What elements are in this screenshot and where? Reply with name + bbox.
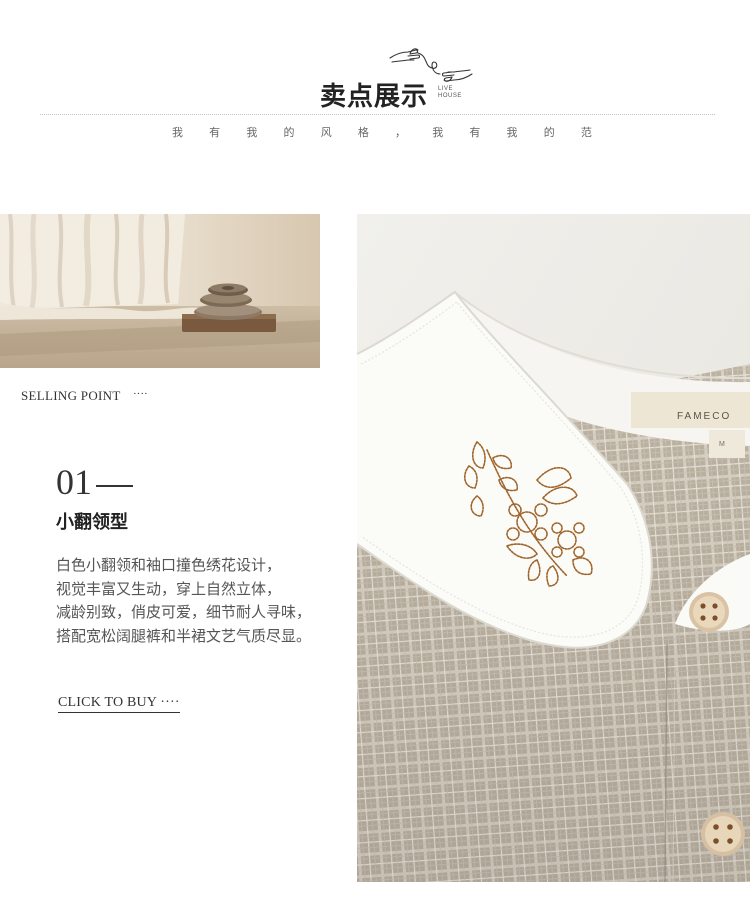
plaid-shirt-embroidered-collar-photo: FAMECO M (357, 214, 750, 882)
feature-title: 小翻领型 (56, 512, 128, 533)
slogan-char: 我 (246, 126, 258, 139)
slogan-char: ， (395, 126, 407, 139)
slogan: 我 有 我 的 风 格 ， 我 有 我 的 范 (172, 124, 592, 140)
slogan-char: 我 (506, 126, 518, 139)
description-line: 白色小翻领和袖口撞色绣花设计， (56, 556, 282, 574)
click-to-buy-link[interactable]: CLICK TO BUY ···· (58, 695, 180, 713)
selling-point-label: SELLING POINT (21, 388, 121, 403)
feature-description: 白色小翻领和袖口撞色绣花设计， 视觉丰富又生动，穿上自然立体， 减龄别致，俏皮可… (56, 554, 356, 648)
brand-subtitle: LIVE HOUSE (438, 86, 462, 100)
slogan-char: 有 (469, 126, 481, 139)
slogan-char: 范 (580, 126, 592, 139)
brand-sub-line2: HOUSE (438, 93, 462, 99)
description-line: 搭配宽松阔腿裤和半裙文艺气质尽显。 (56, 626, 312, 645)
brand-sub-line1: LIVE (438, 86, 454, 92)
slogan-char: 我 (172, 126, 183, 139)
description-line: 减龄别致，俏皮可爱，细节耐人寻味， (56, 603, 312, 621)
interior-curtain-stones-photo (0, 214, 320, 368)
svg-text:FAMECO: FAMECO (677, 411, 731, 422)
slogan-char: 的 (283, 126, 295, 139)
svg-text:M: M (719, 441, 725, 448)
slogan-char: 风 (320, 126, 332, 139)
header-divider (40, 114, 715, 115)
shirt-button-icon (689, 592, 729, 632)
selling-point-dots: ···· (133, 388, 148, 400)
hands-logo-icon (389, 48, 473, 82)
slogan-char: 格 (357, 126, 369, 139)
feature-dash-divider (96, 485, 133, 487)
slogan-char: 有 (209, 126, 221, 139)
shirt-button-icon (701, 812, 745, 856)
slogan-char: 我 (432, 126, 444, 139)
feature-number: 01 (56, 462, 92, 502)
description-line: 视觉丰富又生动，穿上自然立体， (56, 579, 282, 598)
slogan-char: 的 (543, 126, 555, 139)
